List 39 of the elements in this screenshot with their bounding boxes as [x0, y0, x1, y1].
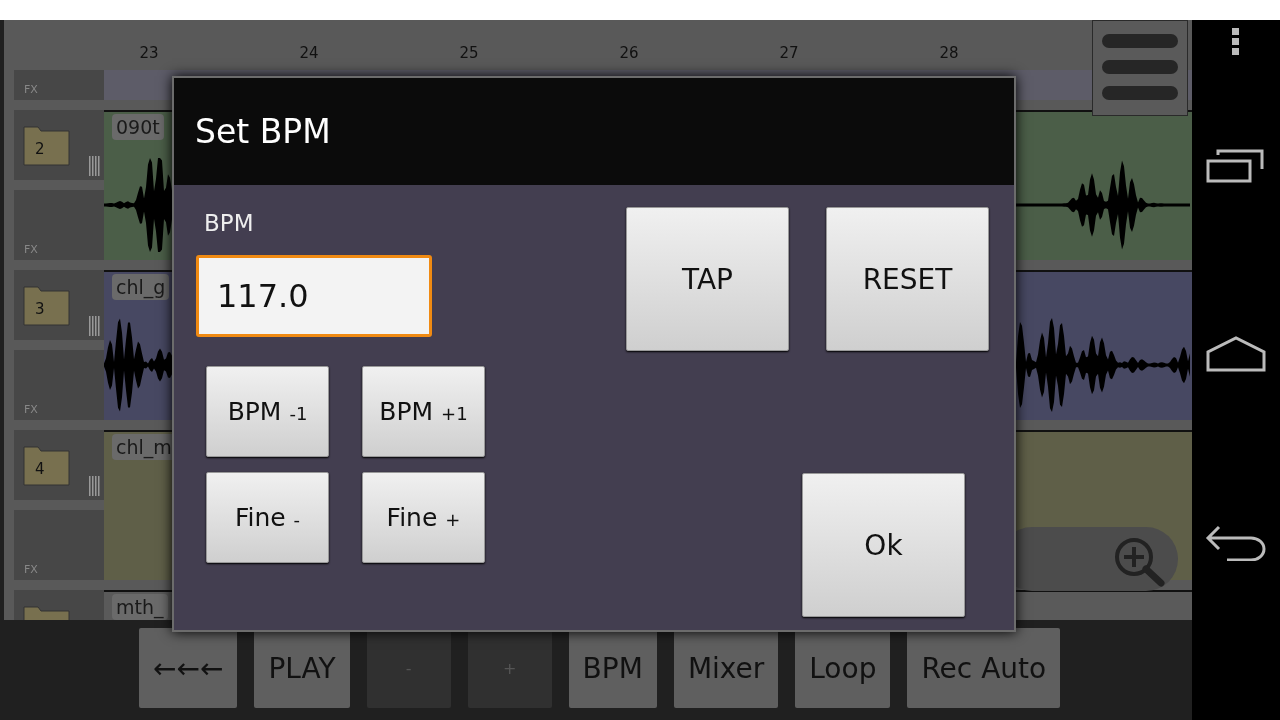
- clip-label: chl_g: [112, 274, 170, 300]
- action-button[interactable]: TAP: [626, 207, 789, 351]
- home-icon[interactable]: [1206, 336, 1266, 375]
- fx-slot[interactable]: FX: [14, 70, 104, 100]
- zoom-in-icon: [1112, 535, 1168, 587]
- field-label: BPM: [204, 210, 255, 238]
- track-number: 3: [35, 300, 45, 318]
- ruler-mark: 26: [618, 43, 640, 64]
- ok-button[interactable]: Ok: [802, 473, 965, 617]
- ruler-mark: 23: [138, 43, 160, 64]
- clip-label: 090t: [112, 114, 164, 140]
- bpm-input[interactable]: 117.0: [196, 255, 432, 337]
- ruler-mark: 28: [938, 43, 960, 64]
- clip-label: mth_: [112, 594, 168, 620]
- back-icon[interactable]: [1205, 525, 1267, 564]
- fx-slot[interactable]: FX: [14, 190, 104, 260]
- fx-label: FX: [24, 563, 38, 576]
- fx-label: FX: [24, 83, 38, 96]
- track-number: 2: [35, 140, 45, 158]
- track-header[interactable]: 3: [14, 270, 104, 340]
- recent-apps-icon[interactable]: [1206, 149, 1266, 186]
- menu-button[interactable]: [1092, 20, 1188, 116]
- fx-slot[interactable]: FX: [14, 510, 104, 580]
- fx-label: FX: [24, 243, 38, 256]
- toolbar-button[interactable]: Rec Auto: [907, 628, 1061, 708]
- track-number: 4: [35, 460, 45, 478]
- ruler-mark: 24: [298, 43, 320, 64]
- track-header[interactable]: 2: [14, 110, 104, 180]
- ruler-mark: 25: [458, 43, 480, 64]
- fx-label: FX: [24, 403, 38, 416]
- track-header[interactable]: 4: [14, 430, 104, 500]
- grip-icon[interactable]: [89, 316, 101, 336]
- fx-slot[interactable]: FX: [14, 350, 104, 420]
- toolbar-button[interactable]: ←←←: [139, 628, 238, 708]
- ruler-mark: 27: [778, 43, 800, 64]
- dialog-title: Set BPM: [174, 78, 1014, 185]
- grip-icon[interactable]: [89, 156, 101, 176]
- grip-icon[interactable]: [89, 476, 101, 496]
- action-button[interactable]: RESET: [826, 207, 989, 351]
